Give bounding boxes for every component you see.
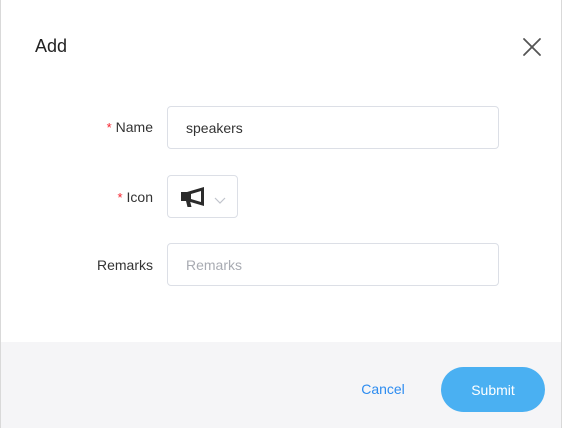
- megaphone-icon: [180, 186, 210, 213]
- remarks-label: Remarks: [97, 257, 153, 273]
- icon-label-text: Icon: [126, 189, 153, 205]
- remarks-input[interactable]: [167, 243, 499, 286]
- required-mark: *: [106, 120, 112, 135]
- chevron-down-icon: [214, 192, 226, 210]
- name-input[interactable]: [167, 106, 499, 149]
- dialog-footer: Cancel Submit: [1, 342, 561, 428]
- remarks-row: Remarks: [1, 243, 561, 286]
- icon-label: * Icon: [117, 189, 153, 205]
- name-label-text: Name: [115, 119, 153, 135]
- required-mark: *: [117, 190, 123, 205]
- icon-select[interactable]: [167, 175, 238, 218]
- add-dialog: Add *Name *Icon: [0, 0, 562, 428]
- name-label: * Name: [107, 119, 153, 135]
- dialog-header: Add: [1, 0, 561, 95]
- remarks-label-text: Remarks: [96, 257, 153, 273]
- submit-button[interactable]: Submit: [441, 367, 545, 412]
- icon-row: * Icon: [1, 175, 561, 218]
- name-row: * Name: [1, 106, 561, 149]
- close-button[interactable]: [520, 35, 544, 59]
- cancel-button[interactable]: Cancel: [351, 378, 415, 400]
- dialog-title: Add: [35, 36, 68, 56]
- close-icon: [523, 38, 541, 56]
